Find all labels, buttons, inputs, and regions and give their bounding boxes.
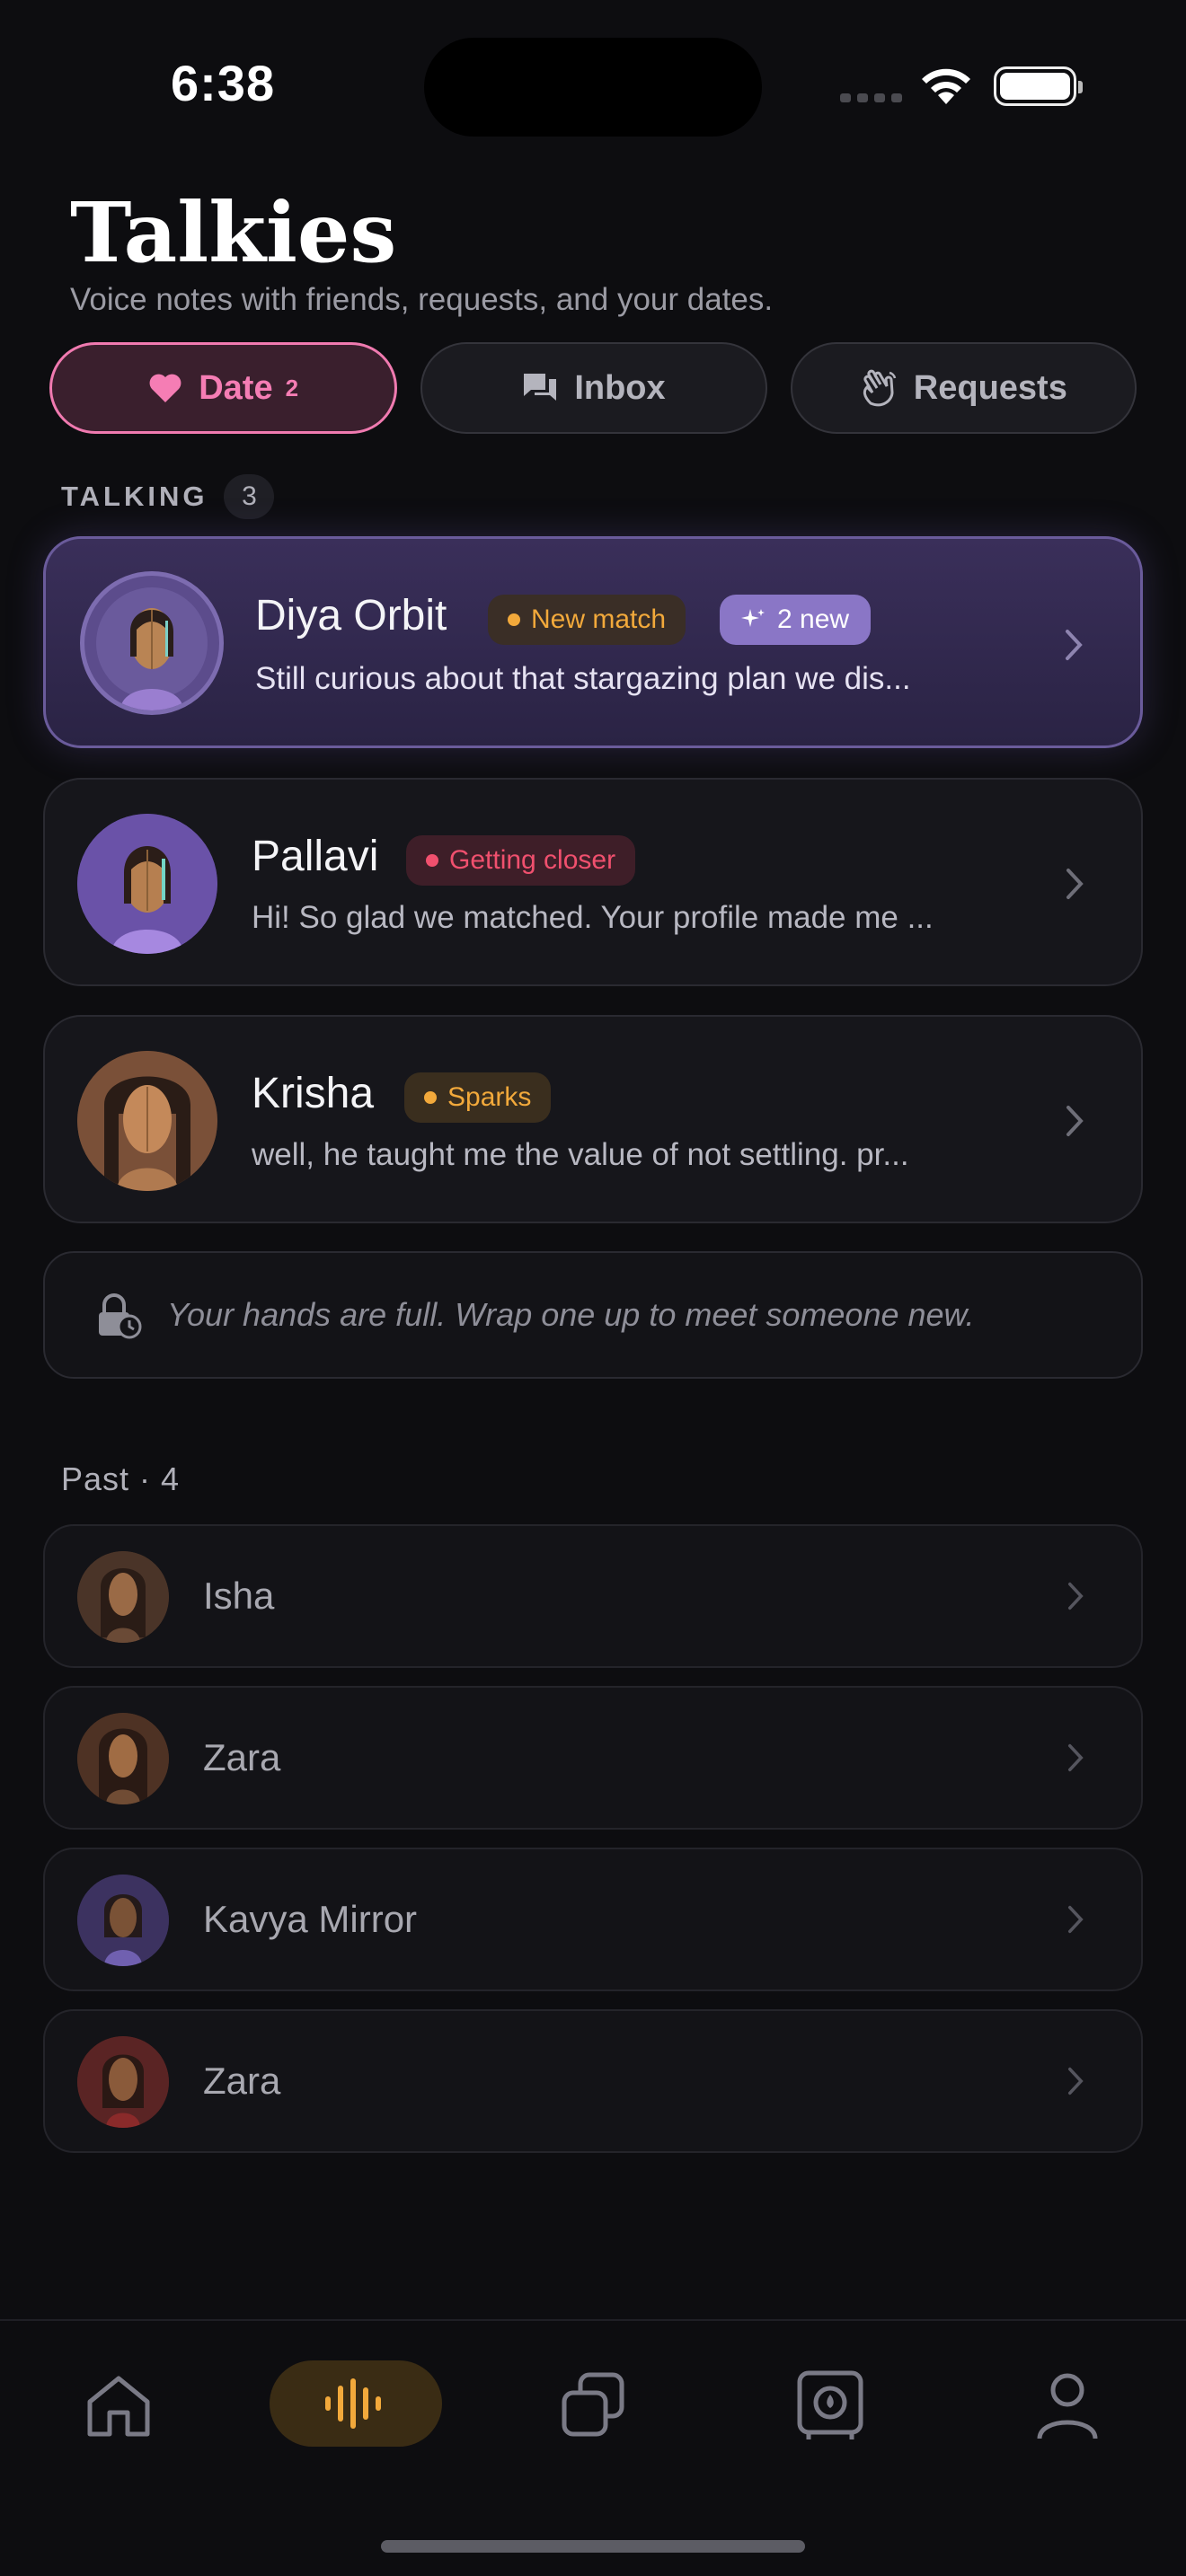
nav-talkies[interactable] bbox=[270, 2360, 442, 2447]
status-badge-label: Getting closer bbox=[449, 845, 616, 875]
status-badge: Sparks bbox=[404, 1072, 552, 1123]
chevron-right-icon bbox=[1068, 2067, 1084, 2095]
status-dot bbox=[426, 854, 438, 867]
segment-tabs: Date 2 Inbox Requests bbox=[49, 342, 1137, 434]
sparkle-icon bbox=[741, 609, 765, 627]
status-dot bbox=[508, 613, 520, 626]
tab-requests[interactable]: Requests bbox=[790, 342, 1137, 434]
cellular-signal-icon bbox=[840, 93, 902, 102]
nav-profile[interactable] bbox=[1022, 2360, 1112, 2450]
safe-icon bbox=[797, 2370, 863, 2439]
avatar bbox=[77, 1713, 169, 1804]
contact-name: Pallavi bbox=[252, 833, 379, 880]
chevron-right-icon bbox=[1068, 1743, 1084, 1772]
lock-clock-icon bbox=[99, 1293, 142, 1339]
contact-name: Diya Orbit bbox=[255, 592, 447, 640]
waving-hand-icon bbox=[863, 369, 896, 407]
past-conversation-row[interactable]: Zara bbox=[43, 2009, 1143, 2153]
nav-vault[interactable] bbox=[785, 2360, 875, 2450]
tab-inbox[interactable]: Inbox bbox=[420, 342, 767, 434]
avatar bbox=[77, 1551, 169, 1643]
dynamic-island bbox=[424, 38, 762, 137]
talking-count: 3 bbox=[224, 474, 275, 519]
status-bar: 6:38 bbox=[0, 0, 1186, 171]
contact-name: Isha bbox=[203, 1575, 275, 1617]
past-section-header: Past · 4 bbox=[61, 1460, 181, 1497]
past-conversation-row[interactable]: Kavya Mirror bbox=[43, 1848, 1143, 1991]
heart-icon bbox=[149, 374, 181, 402]
avatar bbox=[77, 1875, 169, 1966]
status-time: 6:38 bbox=[171, 55, 276, 111]
tab-requests-label: Requests bbox=[913, 368, 1067, 407]
new-messages-badge: 2 new bbox=[720, 595, 872, 645]
past-conversation-row[interactable]: Zara bbox=[43, 1686, 1143, 1830]
bottom-navigation bbox=[0, 2319, 1186, 2576]
home-icon bbox=[87, 2376, 150, 2437]
new-messages-label: 2 new bbox=[777, 604, 850, 634]
contact-name: Kavya Mirror bbox=[203, 1898, 418, 1940]
conversation-card-diya[interactable]: Diya Orbit New match 2 new Still curious… bbox=[43, 536, 1143, 748]
battery-icon bbox=[994, 66, 1083, 106]
conversation-card-pallavi[interactable]: Pallavi Getting closer Hi! So glad we ma… bbox=[43, 778, 1143, 986]
tab-date[interactable]: Date 2 bbox=[49, 342, 398, 434]
page-subtitle: Voice notes with friends, requests, and … bbox=[70, 282, 774, 317]
wifi-icon bbox=[922, 68, 970, 104]
contact-name: Zara bbox=[203, 1736, 281, 1778]
message-preview: Hi! So glad we matched. Your profile mad… bbox=[252, 900, 934, 935]
status-badge-label: Sparks bbox=[447, 1082, 532, 1112]
tab-inbox-label: Inbox bbox=[574, 368, 666, 407]
profile-icon bbox=[1037, 2373, 1098, 2439]
tab-date-label: Date bbox=[199, 368, 273, 407]
cards-stack-icon bbox=[562, 2372, 624, 2437]
past-conversation-row[interactable]: Isha bbox=[43, 1524, 1143, 1668]
chevron-right-icon bbox=[1068, 1905, 1084, 1934]
chevron-right-icon bbox=[1067, 869, 1084, 899]
home-indicator bbox=[381, 2540, 805, 2553]
avatar bbox=[77, 1051, 217, 1191]
contact-name: Zara bbox=[203, 2060, 281, 2102]
talking-section-header: TALKING 3 bbox=[61, 474, 275, 519]
message-preview: Still curious about that stargazing plan… bbox=[255, 661, 911, 696]
chat-bubbles-icon bbox=[524, 374, 557, 401]
avatar bbox=[77, 2036, 169, 2128]
avatar bbox=[77, 814, 217, 954]
page-title: Talkies bbox=[70, 184, 397, 281]
avatar bbox=[80, 571, 224, 715]
nav-home[interactable] bbox=[74, 2360, 164, 2450]
voice-wave-icon bbox=[325, 2378, 381, 2429]
status-badge: New match bbox=[488, 595, 686, 645]
chevron-right-icon bbox=[1067, 1106, 1084, 1136]
conversation-card-krisha[interactable]: Krisha Sparks well, he taught me the val… bbox=[43, 1015, 1143, 1223]
status-badge: Getting closer bbox=[406, 835, 636, 886]
nav-cards[interactable] bbox=[548, 2360, 638, 2450]
tab-date-count: 2 bbox=[285, 374, 299, 401]
message-preview: well, he taught me the value of not sett… bbox=[252, 1137, 909, 1172]
chevron-right-icon bbox=[1066, 630, 1083, 660]
contact-name: Krisha bbox=[252, 1070, 375, 1117]
capacity-notice: Your hands are full. Wrap one up to meet… bbox=[43, 1251, 1143, 1379]
capacity-message: Your hands are full. Wrap one up to meet… bbox=[167, 1296, 975, 1333]
chevron-right-icon bbox=[1068, 1582, 1084, 1610]
status-badge-label: New match bbox=[531, 604, 667, 634]
talking-label: TALKING bbox=[61, 481, 208, 512]
status-dot bbox=[424, 1091, 437, 1104]
